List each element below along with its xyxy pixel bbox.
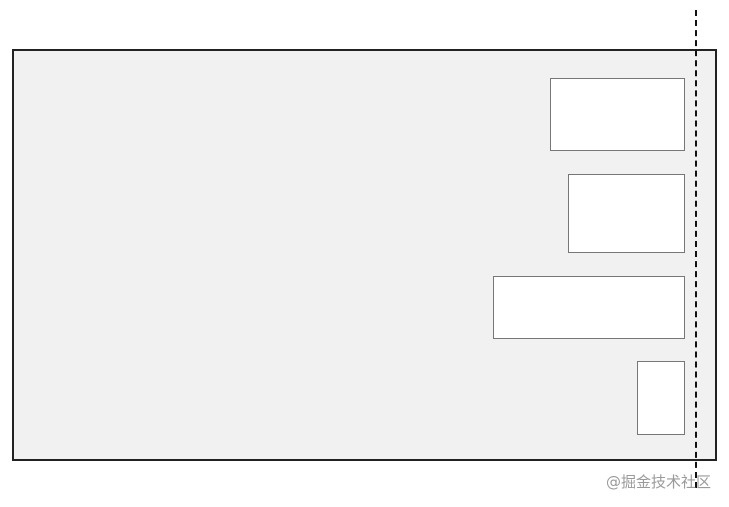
- child-box-4: [637, 361, 685, 435]
- watermark: @掘金技术社区: [605, 473, 711, 491]
- child-box-1: [550, 78, 685, 151]
- child-box-3: [493, 276, 685, 339]
- dashed-guide-line: [695, 10, 697, 488]
- child-box-2: [568, 174, 685, 253]
